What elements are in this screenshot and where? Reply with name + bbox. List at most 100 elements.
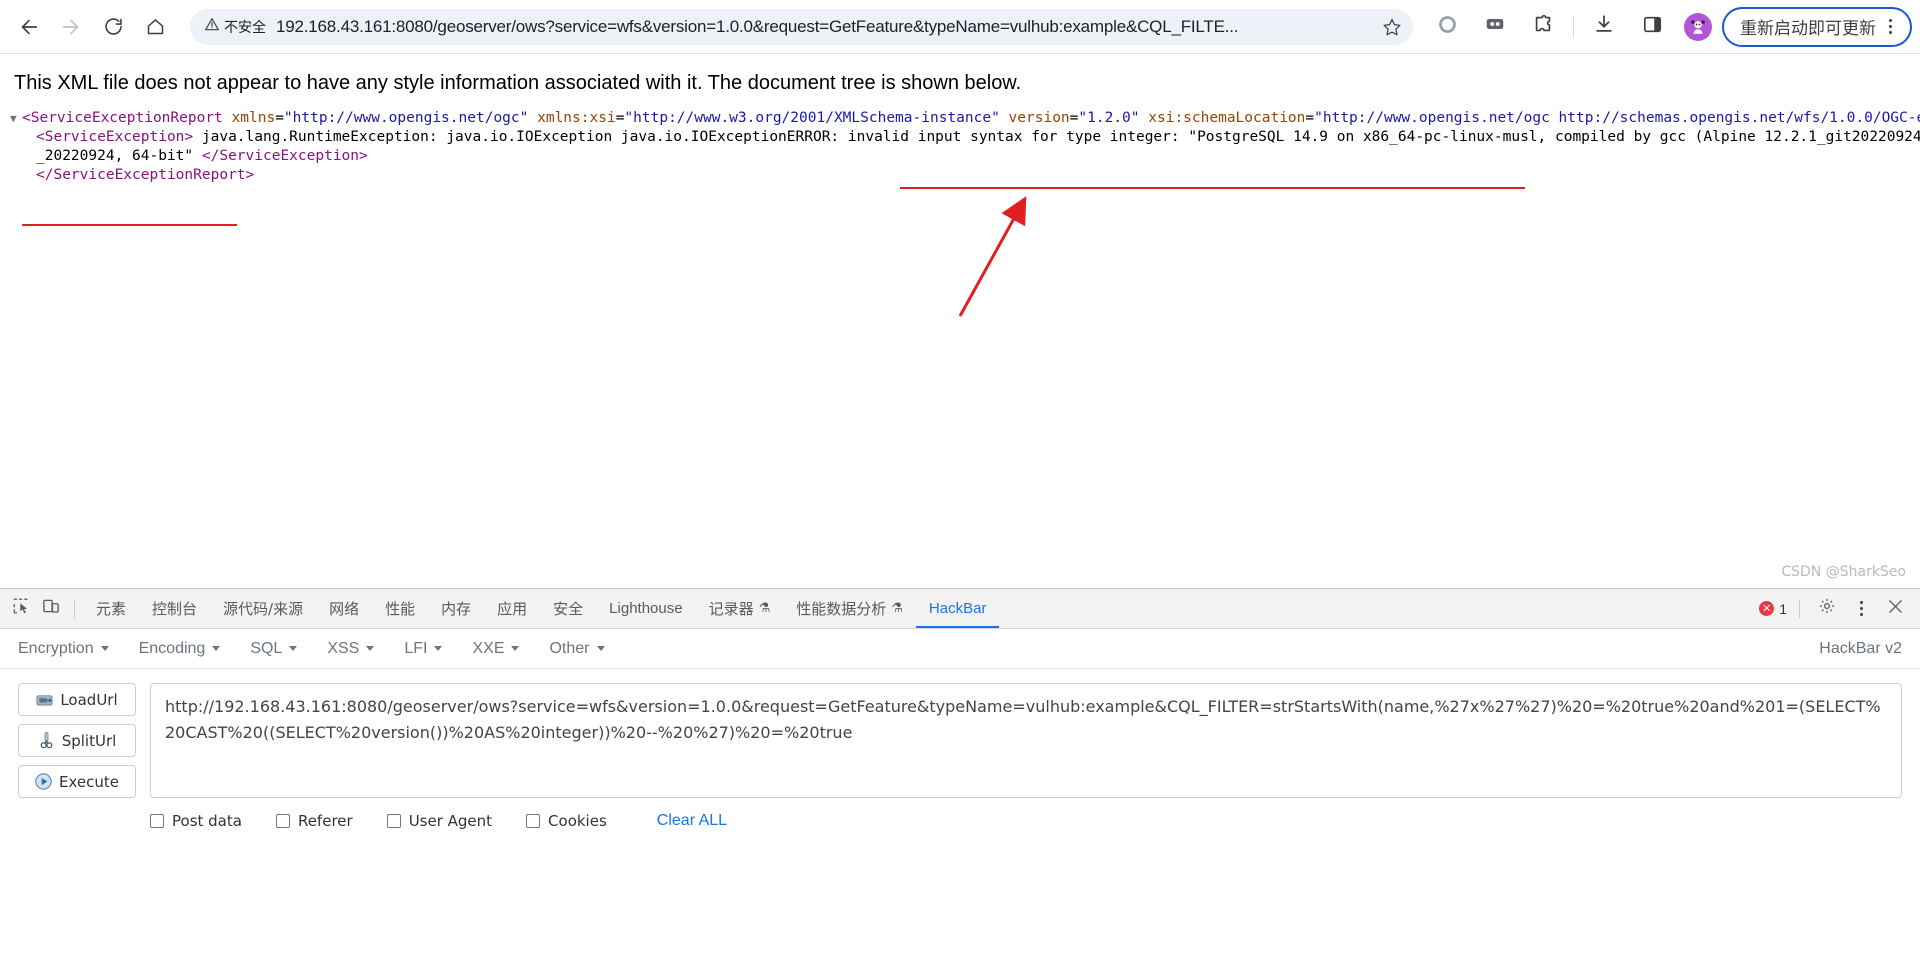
site-security-chip[interactable]: 不安全: [204, 16, 266, 37]
checkbox-cookies[interactable]: Cookies: [526, 812, 607, 830]
tab-sources[interactable]: 源代码/来源: [210, 589, 316, 628]
checkbox-label: Post data: [172, 812, 242, 830]
menu-encoding[interactable]: Encoding: [139, 640, 221, 658]
tab-hackbar[interactable]: HackBar: [916, 589, 1000, 628]
extensions-button[interactable]: [1525, 9, 1561, 45]
checkbox-label: Cookies: [548, 812, 607, 830]
chevron-down-icon: [434, 646, 443, 651]
side-panel-icon: [1642, 14, 1663, 40]
extension-circle-button[interactable]: [1429, 9, 1465, 45]
xml-root-open-line: ▼ <ServiceExceptionReport xmlns="http://w…: [10, 109, 1920, 128]
address-bar[interactable]: 不安全 192.168.43.161:8080/geoserver/ows?se…: [190, 8, 1413, 45]
tab-label: 记录器: [708, 600, 754, 618]
side-panel-button[interactable]: [1634, 9, 1670, 45]
error-icon: ✕: [1759, 601, 1775, 616]
checkbox-post-data[interactable]: Post data: [150, 812, 242, 830]
menu-label: Encoding: [138, 639, 206, 657]
devtools-panel: 元素 控制台 源代码/来源 网络 性能 内存 应用 安全 Lighthouse …: [0, 588, 1920, 970]
menu-label: Encryption: [18, 639, 94, 657]
checkbox-box[interactable]: [275, 814, 290, 828]
xml-attr-name: xsi:schemaLocation: [1148, 110, 1306, 126]
button-label: SplitUrl: [61, 731, 117, 750]
menu-encryption[interactable]: Encryption: [18, 640, 109, 658]
inspect-element-button[interactable]: [6, 594, 36, 624]
menu-sql[interactable]: SQL: [250, 640, 298, 658]
devtools-more-button[interactable]: [1846, 594, 1876, 624]
device-toolbar-button[interactable]: [36, 594, 66, 624]
xml-exception-text: java.lang.RuntimeException: java.io.IOEx…: [193, 129, 1920, 145]
reload-button[interactable]: [95, 9, 131, 45]
collapse-triangle-icon[interactable]: ▼: [10, 109, 22, 128]
xml-document-tree: ▼ <ServiceExceptionReport xmlns="http://w…: [0, 95, 1920, 185]
tab-label: 网络: [329, 600, 360, 618]
inspect-element-icon: [12, 597, 30, 620]
checkbox-box[interactable]: [386, 814, 401, 828]
download-icon: [1593, 13, 1615, 40]
warning-triangle-icon: [204, 16, 220, 37]
tab-application[interactable]: 应用: [484, 589, 540, 628]
url-text[interactable]: 192.168.43.161:8080/geoserver/ows?servic…: [276, 17, 1377, 37]
hackbar-action-buttons: LoadUrl SplitUrl Execute: [18, 683, 136, 798]
scissors-icon: [38, 732, 55, 749]
chevron-down-icon: [366, 646, 375, 651]
menu-xss[interactable]: XSS: [327, 639, 375, 658]
tab-label: HackBar: [928, 600, 987, 617]
xml-root-close-tag: ServiceExceptionReport: [53, 167, 246, 183]
media-icon: [1484, 13, 1506, 40]
beaker-icon: ⚗: [891, 601, 903, 616]
spliturl-button[interactable]: SplitUrl: [18, 724, 136, 757]
tab-recorder[interactable]: 记录器 ⚗: [696, 589, 784, 628]
checkbox-box[interactable]: [150, 814, 164, 828]
hackbar-body: LoadUrl SplitUrl Execute http://192.168.…: [0, 669, 1920, 798]
tab-lighthouse[interactable]: Lighthouse: [596, 589, 695, 628]
devtools-settings-button[interactable]: [1812, 594, 1842, 624]
home-icon: [145, 16, 166, 37]
hackbar-version-label: HackBar v2: [1819, 639, 1902, 657]
menu-label: XXE: [472, 639, 505, 657]
profile-avatar[interactable]: [1684, 12, 1712, 41]
tab-network[interactable]: 网络: [316, 589, 372, 628]
media-control-button[interactable]: [1477, 9, 1513, 45]
home-button[interactable]: [137, 9, 173, 45]
back-arrow-icon: [18, 16, 40, 38]
error-count-badge[interactable]: ✕ 1: [1759, 601, 1787, 617]
menu-xxe[interactable]: XXE: [472, 639, 520, 658]
tab-label: 安全: [553, 600, 584, 618]
menu-lfi[interactable]: LFI: [404, 640, 443, 658]
tab-console[interactable]: 控制台: [139, 589, 210, 628]
tab-performance[interactable]: 性能: [372, 589, 428, 628]
xml-attr-value: 1.2.0: [1087, 110, 1131, 126]
checkbox-box[interactable]: [526, 814, 541, 828]
tab-performance-insights[interactable]: 性能数据分析 ⚗: [783, 589, 916, 628]
clear-all-link[interactable]: Clear ALL: [657, 812, 727, 830]
checkbox-user-agent[interactable]: User Agent: [386, 812, 493, 830]
bookmark-star-icon[interactable]: [1377, 12, 1407, 42]
execute-button[interactable]: Execute: [18, 765, 136, 798]
checkbox-label: User Agent: [408, 812, 493, 830]
actions-divider: [1799, 599, 1800, 618]
hackbar-url-input[interactable]: http://192.168.43.161:8080/geoserver/ows…: [150, 683, 1902, 798]
devtools-close-button[interactable]: [1880, 594, 1910, 624]
tab-elements[interactable]: 元素: [83, 589, 139, 628]
error-count: 1: [1779, 600, 1787, 617]
hackbar-menubar: Encryption Encoding SQL XSS LFI XXE Othe…: [0, 629, 1920, 669]
chevron-down-icon: [596, 646, 605, 651]
update-relaunch-button[interactable]: 重新启动即可更新: [1722, 6, 1912, 47]
forward-button[interactable]: [53, 9, 89, 45]
xml-attr-name: xmlns:xsi: [537, 110, 616, 126]
xml-child-close-tag: ServiceException: [219, 148, 360, 164]
kebab-menu-icon: [1847, 595, 1875, 623]
xml-exception-text-cont: _20220924, 64-bit": [36, 148, 202, 164]
menu-label: XSS: [327, 639, 360, 657]
xml-attr-value: http://www.w3.org/2001/XMLSchema-instanc…: [633, 110, 992, 126]
tab-security[interactable]: 安全: [540, 589, 596, 628]
checkbox-referer[interactable]: Referer: [275, 812, 353, 830]
back-button[interactable]: [11, 9, 47, 45]
play-icon: [35, 773, 52, 790]
kebab-menu-icon[interactable]: [1876, 13, 1904, 41]
chevron-down-icon: [212, 646, 221, 651]
tab-memory[interactable]: 内存: [428, 589, 484, 628]
downloads-button[interactable]: [1586, 9, 1622, 45]
loadurl-button[interactable]: LoadUrl: [18, 683, 136, 716]
menu-other[interactable]: Other: [549, 640, 605, 658]
